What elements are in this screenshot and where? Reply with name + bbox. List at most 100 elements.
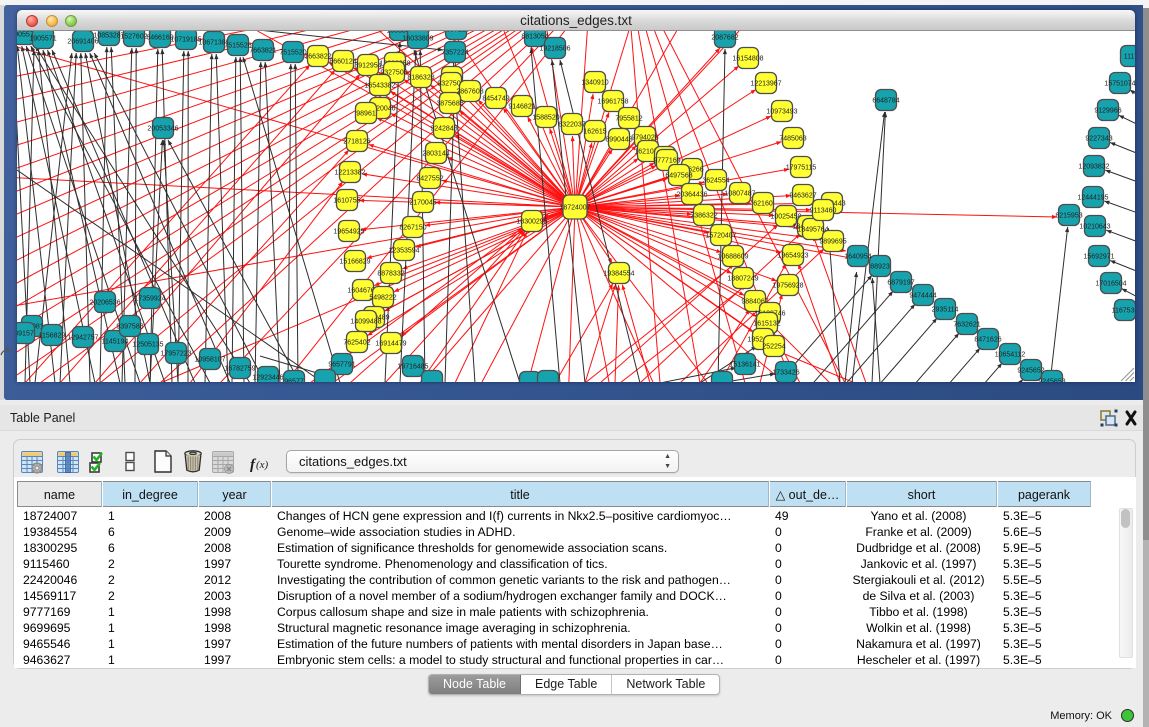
svg-text:12093832: 12093832 bbox=[1078, 164, 1109, 171]
svg-text:3875685: 3875685 bbox=[436, 101, 463, 108]
svg-text:7515526: 7515526 bbox=[224, 43, 251, 50]
svg-text:7485063: 7485063 bbox=[779, 136, 806, 143]
svg-text:9463627: 9463627 bbox=[789, 193, 816, 200]
svg-text:9657791: 9657791 bbox=[328, 362, 355, 369]
svg-text:10688609: 10688609 bbox=[717, 254, 748, 261]
svg-text:19218506: 19218506 bbox=[539, 46, 570, 53]
svg-text:12444195: 12444195 bbox=[1077, 195, 1108, 202]
svg-text:6648784: 6648784 bbox=[872, 98, 899, 105]
svg-text:19654925: 19654925 bbox=[333, 229, 364, 236]
svg-text:10025458: 10025458 bbox=[770, 214, 801, 221]
svg-text:15136141: 15136141 bbox=[729, 362, 760, 369]
svg-text:2803144: 2803144 bbox=[422, 151, 449, 158]
svg-text:17016504: 17016504 bbox=[1095, 281, 1126, 288]
svg-text:15166829: 15166829 bbox=[339, 259, 370, 266]
svg-text:2718126: 2718126 bbox=[343, 139, 370, 146]
svg-text:9474444: 9474444 bbox=[909, 293, 936, 300]
svg-text:7357225: 7357225 bbox=[442, 31, 469, 34]
svg-text:5498222: 5498222 bbox=[369, 295, 396, 302]
svg-text:16033809: 16033809 bbox=[402, 36, 433, 43]
svg-text:18300295: 18300295 bbox=[516, 219, 547, 226]
svg-text:15692971: 15692971 bbox=[1083, 254, 1114, 261]
svg-text:15720407: 15720407 bbox=[705, 233, 736, 240]
svg-text:8186328: 8186328 bbox=[407, 75, 434, 82]
svg-text:9899695: 9899695 bbox=[819, 239, 846, 246]
svg-text:10807487: 10807487 bbox=[724, 191, 755, 198]
svg-text:10719185: 10719185 bbox=[170, 37, 201, 44]
svg-text:18724007: 18724007 bbox=[559, 205, 590, 212]
svg-text:1117: 1117 bbox=[1124, 54, 1135, 61]
svg-text:19384554: 19384554 bbox=[603, 271, 634, 278]
svg-text:7955812: 7955812 bbox=[615, 116, 642, 123]
svg-text:16914479: 16914479 bbox=[375, 341, 406, 348]
svg-text:12353594: 12353594 bbox=[388, 248, 419, 255]
svg-text:10973493: 10973493 bbox=[766, 109, 797, 116]
svg-text:1905571: 1905571 bbox=[29, 36, 56, 43]
svg-text:16543382: 16543382 bbox=[364, 83, 395, 90]
svg-text:9129966: 9129966 bbox=[1094, 108, 1121, 115]
svg-text:3624554: 3624554 bbox=[702, 178, 729, 185]
svg-text:9227343: 9227343 bbox=[1085, 136, 1112, 143]
svg-text:16961758: 16961758 bbox=[597, 99, 628, 106]
svg-text:19654923: 19654923 bbox=[777, 253, 808, 260]
svg-text:7386322: 7386322 bbox=[690, 213, 717, 220]
svg-text:17957223: 17957223 bbox=[160, 351, 191, 358]
svg-text:1156829: 1156829 bbox=[39, 333, 66, 340]
svg-text:8427552: 8427552 bbox=[416, 176, 443, 183]
svg-text:10210643: 10210643 bbox=[1079, 224, 1110, 231]
svg-text:20206536: 20206536 bbox=[89, 300, 120, 307]
svg-text:39157: 39157 bbox=[17, 331, 34, 338]
svg-text:17359924: 17359924 bbox=[134, 296, 165, 303]
svg-text:1640954: 1640954 bbox=[844, 254, 871, 261]
svg-text:17975115: 17975115 bbox=[786, 165, 817, 172]
svg-text:8878332: 8878332 bbox=[377, 271, 404, 278]
svg-text:19716485: 19716485 bbox=[397, 364, 428, 371]
svg-text:16782759: 16782759 bbox=[224, 366, 255, 373]
svg-text:7663821: 7663821 bbox=[249, 48, 276, 55]
svg-text:2867608: 2867608 bbox=[456, 89, 483, 96]
svg-text:1527602: 1527602 bbox=[120, 34, 147, 41]
svg-text:20691406: 20691406 bbox=[67, 39, 98, 46]
svg-text:8322037: 8322037 bbox=[558, 122, 585, 129]
svg-text:1588520: 1588520 bbox=[532, 115, 559, 122]
svg-text:1733426: 1733426 bbox=[772, 370, 799, 377]
svg-text:9245652: 9245652 bbox=[1017, 368, 1044, 375]
svg-text:9113460: 9113460 bbox=[810, 208, 837, 215]
svg-text:10958107: 10958107 bbox=[194, 357, 225, 364]
svg-text:62160: 62160 bbox=[753, 201, 773, 208]
svg-text:16154808: 16154808 bbox=[732, 56, 763, 63]
svg-text:9777169: 9777169 bbox=[653, 158, 680, 165]
svg-text:1615132: 1615132 bbox=[753, 321, 780, 328]
svg-text:20053346: 20053346 bbox=[147, 126, 178, 133]
svg-text:1167533: 1167533 bbox=[1112, 308, 1135, 315]
svg-text:2935114: 2935114 bbox=[932, 307, 959, 314]
svg-text:20364436: 20364436 bbox=[676, 192, 707, 199]
svg-text:96577: 96577 bbox=[284, 379, 304, 383]
svg-text:7632621: 7632621 bbox=[953, 322, 980, 329]
svg-text:6879197: 6879197 bbox=[887, 280, 914, 287]
svg-text:9245653: 9245653 bbox=[1038, 379, 1065, 383]
svg-text:2170045: 2170045 bbox=[409, 200, 436, 207]
svg-text:19756928: 19756928 bbox=[772, 283, 803, 290]
svg-text:7357224: 7357224 bbox=[441, 50, 468, 57]
svg-text:15751074: 15751074 bbox=[1104, 81, 1135, 88]
svg-text:12505135: 12505135 bbox=[132, 342, 163, 349]
svg-text:8990448: 8990448 bbox=[605, 137, 632, 144]
svg-text:9242848: 9242848 bbox=[430, 126, 457, 133]
svg-text:12213382: 12213382 bbox=[334, 170, 365, 177]
svg-text:252254: 252254 bbox=[762, 344, 785, 351]
svg-text:8215953: 8215953 bbox=[1055, 213, 1082, 220]
svg-text:2087682: 2087682 bbox=[711, 35, 738, 42]
svg-text:1340910: 1340910 bbox=[581, 80, 608, 87]
svg-text:1610755: 1610755 bbox=[333, 198, 360, 205]
svg-text:8813054: 8813054 bbox=[521, 34, 548, 41]
svg-text:6497568: 6497568 bbox=[665, 173, 692, 180]
svg-text:12942757: 12942757 bbox=[67, 335, 98, 342]
svg-text:7625402: 7625402 bbox=[343, 340, 370, 347]
svg-text:7515520: 7515520 bbox=[279, 50, 306, 57]
svg-text:18807249: 18807249 bbox=[727, 276, 758, 283]
svg-text:98961: 98961 bbox=[356, 111, 376, 118]
svg-text:14099488: 14099488 bbox=[350, 319, 381, 326]
svg-text:8454749: 8454749 bbox=[482, 96, 509, 103]
svg-text:8660124: 8660124 bbox=[329, 59, 356, 66]
